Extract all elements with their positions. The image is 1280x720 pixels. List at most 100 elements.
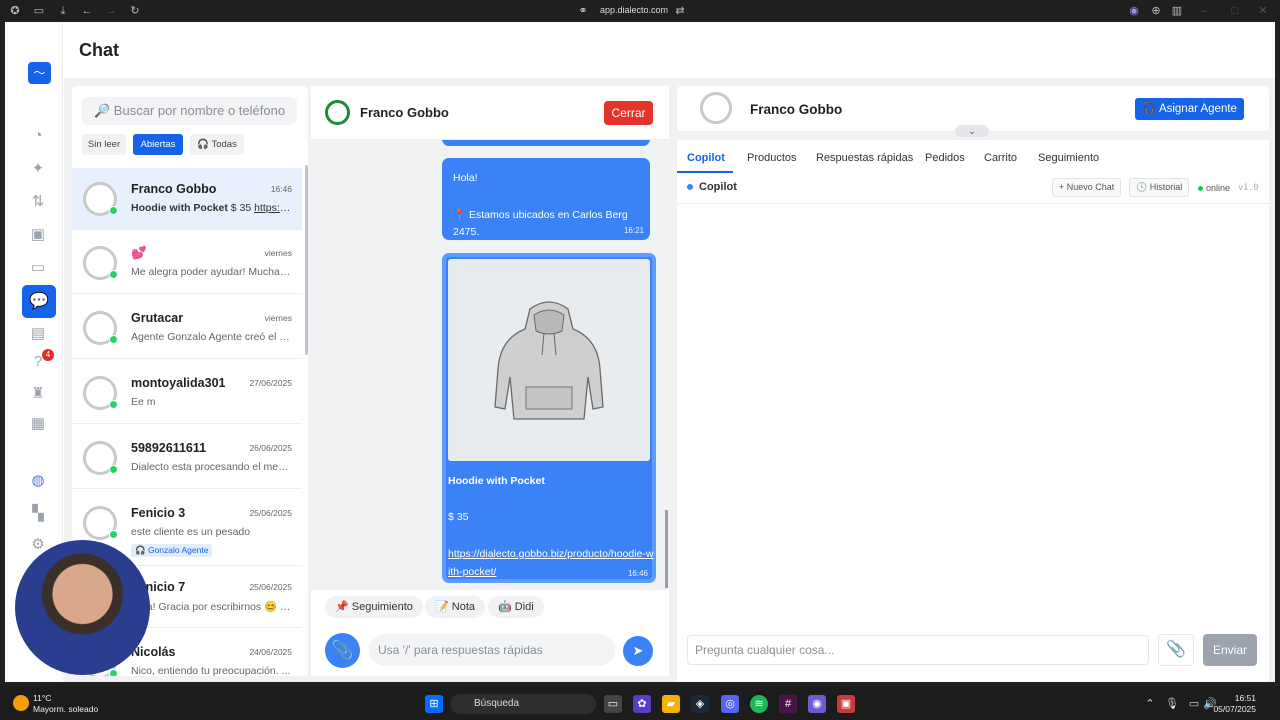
send-icon: ➤ xyxy=(632,643,644,658)
tab-followup[interactable]: Seguimiento xyxy=(1038,152,1099,164)
reload-icon[interactable]: ↻ xyxy=(128,4,142,18)
followup-quick-action[interactable]: 📌 Seguimiento xyxy=(325,596,423,618)
app-icon-2[interactable]: ▣ xyxy=(837,695,855,713)
whatsapp-icon xyxy=(109,530,118,539)
volume-icon[interactable]: 🔊 xyxy=(1201,695,1219,713)
sidebar-toggle-icon[interactable]: ▭ xyxy=(32,4,46,18)
online-status: online xyxy=(1198,183,1230,193)
copilot-ask-input[interactable]: Pregunta cualquier cosa... xyxy=(687,635,1149,665)
product-name: Hoodie with Pocket xyxy=(448,475,545,487)
microphone-icon[interactable]: 🎙 xyxy=(1163,695,1181,713)
chat-panel: Franco Gobbo Cerrar Hola! 📍 Estamos ubic… xyxy=(311,86,669,676)
side-panel xyxy=(677,140,1269,682)
spotify-icon[interactable]: ≋ xyxy=(750,695,768,713)
steam-icon[interactable]: ◈ xyxy=(691,695,709,713)
conversation-item[interactable]: 59892611611 26/06/2025 Dialecto esta pro… xyxy=(72,427,302,489)
messages-icon[interactable]: ▭ xyxy=(27,258,49,278)
browser-menu-icon[interactable]: ✪ xyxy=(8,4,22,18)
world-icon[interactable]: ◍ xyxy=(27,471,49,491)
copilot-attach-button[interactable]: 📎 xyxy=(1158,634,1194,666)
attach-file-button[interactable]: 📎 xyxy=(325,633,360,668)
tab-products[interactable]: Productos xyxy=(747,152,797,164)
message-bubble: Hola! 📍 Estamos ubicados en Carlos Berg … xyxy=(442,158,650,240)
split-view-icon[interactable]: ▥ xyxy=(1170,4,1184,18)
new-chat-button[interactable]: + Nuevo Chat xyxy=(1052,178,1122,197)
conversation-item[interactable]: 💕 viernes Me alegra poder ayudar! Mucha … xyxy=(72,232,302,294)
didi-quick-action[interactable]: 🤖 Didi xyxy=(488,596,544,618)
extension-icon[interactable]: ◉ xyxy=(1127,4,1141,18)
message-text: Hola! xyxy=(453,172,478,184)
conversation-list-scrollbar[interactable] xyxy=(305,165,308,355)
dialecto-logo-icon[interactable]: 〜 xyxy=(28,62,51,84)
tab-cart[interactable]: Carrito xyxy=(984,152,1017,164)
task-view-icon[interactable]: ▭ xyxy=(604,695,622,713)
product-image xyxy=(448,259,650,461)
windows-start-icon[interactable]: ⊞ xyxy=(425,695,443,713)
conversation-item[interactable]: montoyalida301 27/06/2025 Ee m xyxy=(72,362,302,424)
filter-open[interactable]: Abiertas xyxy=(133,134,183,155)
tune-icon[interactable]: ⇄ xyxy=(673,4,687,18)
globe-icon[interactable]: ⊕ xyxy=(1149,4,1163,18)
discord-icon[interactable]: ◎ xyxy=(721,695,739,713)
browser-icon[interactable]: ◉ xyxy=(808,695,826,713)
forward-icon[interactable]: → xyxy=(104,4,118,18)
bot-icon[interactable]: ♜ xyxy=(27,384,49,404)
conversation-preview: Hola! Gracia por escribirnos 😊 U... xyxy=(131,601,291,613)
conversation-date: 26/06/2025 xyxy=(249,443,292,453)
address-bar[interactable]: app.dialecto.com xyxy=(600,5,668,15)
message-bubble xyxy=(442,140,650,146)
message-input[interactable]: Usa '/' para respuestas rápidas xyxy=(369,634,615,666)
chat-contact-name: Franco Gobbo xyxy=(360,105,449,120)
version-label: v1.0 xyxy=(1238,183,1259,193)
search-input[interactable]: 🔎 Buscar por nombre o teléfono xyxy=(82,97,297,125)
chat-nav-icon[interactable]: 💬 xyxy=(22,285,56,318)
close-window-icon[interactable]: ✕ xyxy=(1256,4,1270,18)
divider xyxy=(677,203,1269,204)
analytics-icon[interactable]: ▦ xyxy=(27,414,49,434)
filter-all[interactable]: 🎧 Todas xyxy=(190,134,244,155)
dashboard-icon[interactable]: ◔ xyxy=(27,126,49,146)
conversation-preview: Nico, entiendo tu preocupación. ... xyxy=(131,665,291,676)
sparkle-icon[interactable]: ✦ xyxy=(27,159,49,179)
slack-icon[interactable]: # xyxy=(779,695,797,713)
minimize-icon[interactable]: – xyxy=(1197,4,1211,18)
history-button[interactable]: 🕓 Historial xyxy=(1129,178,1190,197)
tab-orders[interactable]: Pedidos xyxy=(925,152,965,164)
conversation-preview: este cliente es un pesado xyxy=(131,526,251,538)
note-quick-action[interactable]: 📝 Nota xyxy=(425,596,485,618)
conversation-item[interactable]: Franco Gobbo 16:46 Hoodie with Pocket $ … xyxy=(72,168,302,230)
apps-grid-icon[interactable]: ▚ xyxy=(27,504,49,524)
file-explorer-icon[interactable]: ▰ xyxy=(662,695,680,713)
tab-copilot[interactable]: Copilot xyxy=(687,152,725,164)
conversation-item[interactable]: Grutacar viernes Agente Gonzalo Agente c… xyxy=(72,297,302,359)
tab-quick-replies[interactable]: Respuestas rápidas xyxy=(816,152,913,164)
ticket-icon[interactable]: ▤ xyxy=(27,324,49,344)
product-price: $ 35 xyxy=(448,511,469,523)
copilot-send-button[interactable]: Enviar xyxy=(1203,634,1257,666)
message-area: Hola! 📍 Estamos ubicados en Carlos Berg … xyxy=(311,140,669,590)
send-message-button[interactable]: ➤ xyxy=(623,636,653,666)
maximize-icon[interactable]: □ xyxy=(1228,4,1242,18)
sort-arrows-icon[interactable]: ⇅ xyxy=(27,192,49,212)
conversation-date: viernes xyxy=(264,248,292,258)
tray-chevron-icon[interactable]: ⌃ xyxy=(1141,695,1159,713)
contact-name: montoyalida301 xyxy=(131,376,226,390)
message-time: 16:21 xyxy=(623,226,644,235)
assign-agent-button[interactable]: 🎧 Asignar Agente xyxy=(1135,98,1244,120)
browser-toolbar: ✪ ▭ ⤓ ← → ↻ ⚭ app.dialecto.com ⇄ ◉ ⊕ ▥ –… xyxy=(0,0,1280,22)
headset-icon: 🎧 xyxy=(197,139,212,150)
chat-scrollbar[interactable] xyxy=(665,510,668,588)
back-icon[interactable]: ← xyxy=(80,4,94,18)
contact-name: Fenicio 3 xyxy=(131,506,186,520)
filter-unread[interactable]: Sin leer xyxy=(82,134,126,155)
conversation-date: 27/06/2025 xyxy=(249,378,292,388)
taskbar-search[interactable]: Búsqueda xyxy=(450,694,596,714)
contacts-icon[interactable]: ▣ xyxy=(27,225,49,245)
contact-name: 💕 xyxy=(131,246,147,260)
close-chat-button[interactable]: Cerrar xyxy=(604,101,653,125)
download-icon[interactable]: ⤓ xyxy=(56,4,70,18)
app-icon[interactable]: ✿ xyxy=(633,695,651,713)
product-link[interactable]: https://dialecto.gobbo.biz/producto/hood… xyxy=(448,545,654,581)
chevron-down-icon[interactable]: ⌄ xyxy=(955,125,989,137)
conversation-preview: Ee m xyxy=(131,396,156,408)
